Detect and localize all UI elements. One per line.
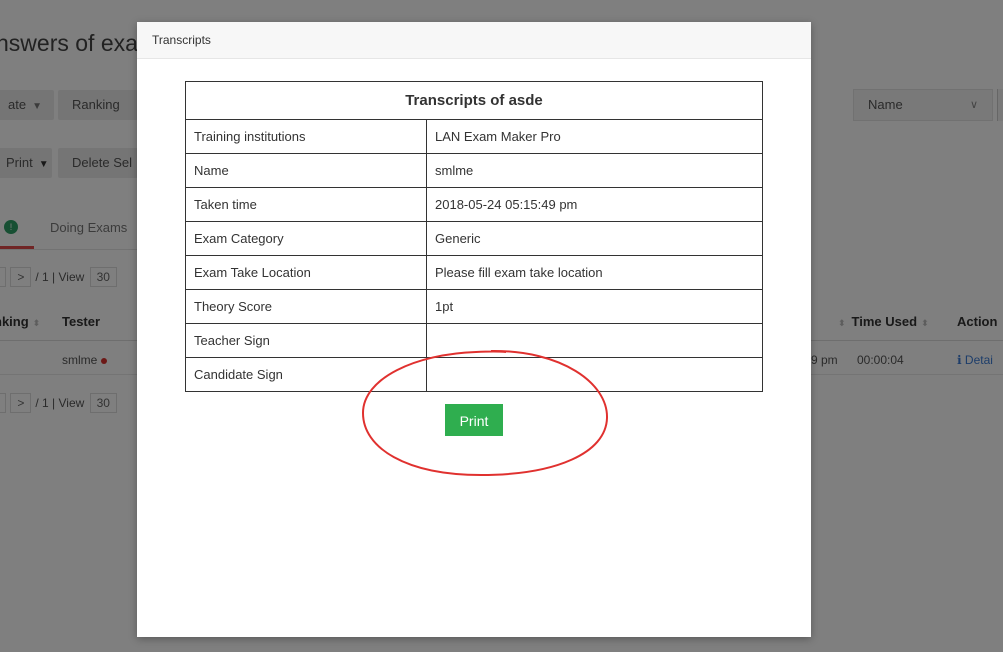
row-label: Exam Category — [185, 221, 427, 256]
row-label: Taken time — [185, 187, 427, 222]
row-value: Generic — [426, 221, 763, 256]
table-row: Theory Score 1pt — [185, 289, 763, 324]
row-label: Name — [185, 153, 427, 188]
table-row: Name smlme — [185, 153, 763, 188]
transcript-table: Transcripts of asde Training institution… — [185, 81, 763, 392]
transcripts-modal: Transcripts Transcripts of asde Training… — [137, 22, 811, 637]
table-row: Exam Take Location Please fill exam take… — [185, 255, 763, 290]
row-value: smlme — [426, 153, 763, 188]
row-label: Theory Score — [185, 289, 427, 324]
annotation-circle — [361, 349, 609, 477]
row-label: Exam Take Location — [185, 255, 427, 290]
row-label: Training institutions — [185, 119, 427, 154]
row-value: Please fill exam take location — [426, 255, 763, 290]
modal-title: Transcripts — [137, 22, 811, 59]
transcript-table-title: Transcripts of asde — [185, 81, 763, 120]
table-row: Training institutions LAN Exam Maker Pro — [185, 119, 763, 154]
row-value: LAN Exam Maker Pro — [426, 119, 763, 154]
row-value: 1pt — [426, 289, 763, 324]
table-row: Taken time 2018-05-24 05:15:49 pm — [185, 187, 763, 222]
row-value: 2018-05-24 05:15:49 pm — [426, 187, 763, 222]
table-row: Exam Category Generic — [185, 221, 763, 256]
